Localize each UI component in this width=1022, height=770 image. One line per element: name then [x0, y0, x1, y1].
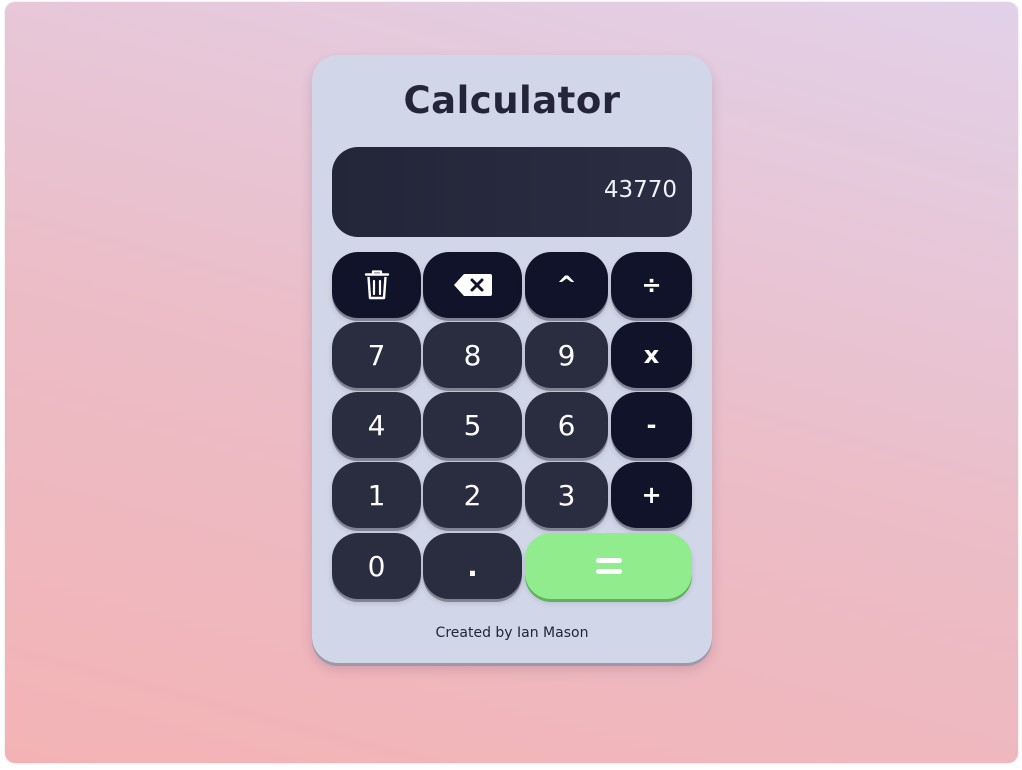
digit-2-button[interactable]: 2 — [423, 462, 522, 528]
equals-icon — [595, 556, 623, 576]
digit-9-button[interactable]: 9 — [525, 322, 608, 388]
digit-3-button[interactable]: 3 — [525, 462, 608, 528]
digit-6-button[interactable]: 6 — [525, 392, 608, 458]
backspace-button[interactable] — [423, 252, 522, 318]
calculator-panel: Calculator 43770 ^ ÷ 7 8 9 x 4 5 6 - 1 2… — [312, 55, 712, 663]
calculator-display: 43770 — [332, 147, 692, 237]
digit-5-button[interactable]: 5 — [423, 392, 522, 458]
subtract-button[interactable]: - — [611, 392, 692, 458]
multiply-button[interactable]: x — [611, 322, 692, 388]
clear-button[interactable] — [332, 252, 421, 318]
page-background: Calculator 43770 ^ ÷ 7 8 9 x 4 5 6 - 1 2… — [5, 2, 1018, 763]
digit-4-button[interactable]: 4 — [332, 392, 421, 458]
add-button[interactable]: + — [611, 462, 692, 528]
divide-button[interactable]: ÷ — [611, 252, 692, 318]
backspace-icon — [453, 273, 493, 297]
digit-7-button[interactable]: 7 — [332, 322, 421, 388]
equals-button[interactable] — [525, 533, 692, 599]
display-value: 43770 — [603, 177, 677, 203]
power-button[interactable]: ^ — [525, 252, 608, 318]
footer-credit: Created by Ian Mason — [435, 625, 589, 641]
digit-0-button[interactable]: 0 — [332, 533, 421, 599]
digit-8-button[interactable]: 8 — [423, 322, 522, 388]
app-title: Calculator — [403, 79, 621, 122]
decimal-button[interactable]: . — [423, 533, 522, 599]
digit-1-button[interactable]: 1 — [332, 462, 421, 528]
trash-icon — [364, 270, 390, 300]
